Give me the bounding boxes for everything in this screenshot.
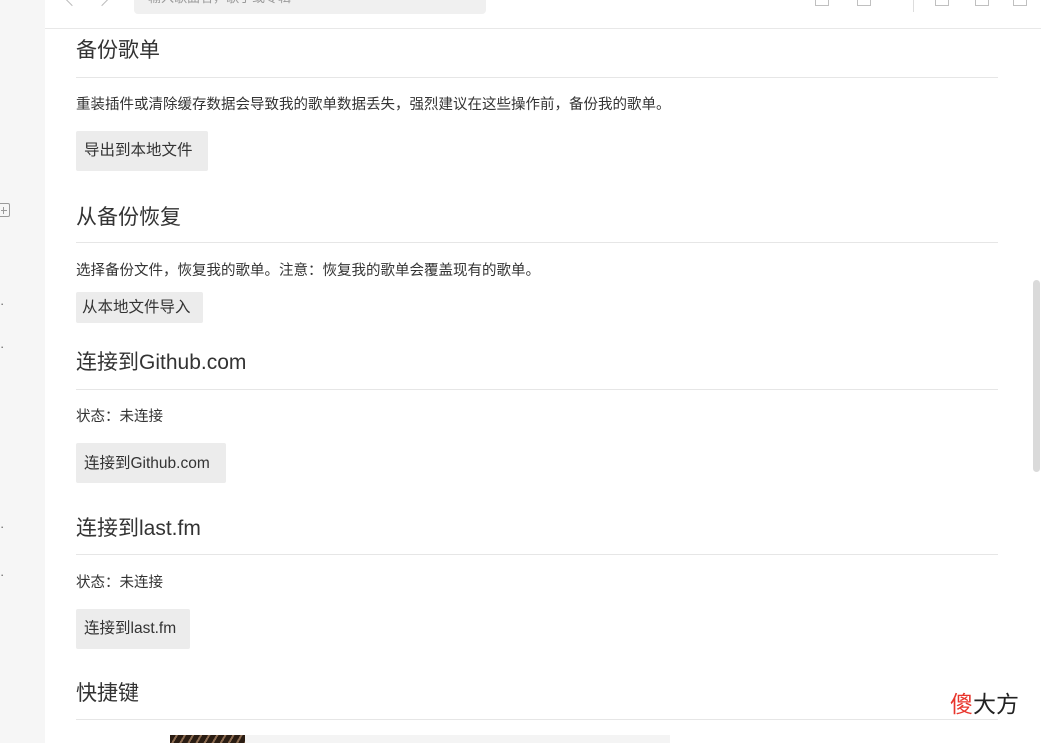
- back-arrow-icon[interactable]: [64, 0, 80, 7]
- divider: [913, 0, 914, 12]
- section-title-backup: 备份歌单: [76, 39, 160, 62]
- sidebar-fragment: ·: [0, 520, 5, 533]
- section-title-shortcuts: 快捷键: [76, 682, 139, 705]
- lastfm-status: 状态：未连接: [76, 575, 163, 591]
- connect-lastfm-button[interactable]: 连接到last.fm: [76, 609, 190, 649]
- sidebar: · · · ·: [0, 0, 45, 743]
- section-title-restore: 从备份恢复: [76, 206, 181, 229]
- section-divider: [76, 242, 998, 243]
- restore-description: 选择备份文件，恢复我的歌单。注意：恢复我的歌单会覆盖现有的歌单。: [76, 263, 540, 279]
- backup-description: 重装插件或清除缓存数据会导致我的歌单数据丢失，强烈建议在这些操作前，备份我的歌单…: [76, 97, 671, 113]
- section-divider: [76, 719, 998, 720]
- section-divider: [76, 389, 998, 390]
- top-bar: 输入歌曲名，歌手或专辑: [45, 0, 1041, 29]
- scrollbar-thumb[interactable]: [1033, 280, 1040, 472]
- github-status: 状态：未连接: [76, 409, 163, 425]
- add-playlist-icon[interactable]: [0, 203, 10, 217]
- settings-icon[interactable]: [857, 0, 871, 6]
- app-window: · · · · 输入歌曲名，歌手或专辑 备份歌单 重装插件或清除缓存数据会导致我…: [0, 0, 1041, 743]
- minimize-icon[interactable]: [935, 0, 949, 6]
- section-title-lastfm: 连接到last.fm: [76, 517, 201, 540]
- forward-arrow-icon[interactable]: [94, 0, 110, 7]
- watermark-red-text: 傻: [950, 691, 973, 717]
- section-title-github: 连接到Github.com: [76, 351, 247, 374]
- close-icon[interactable]: [1013, 0, 1027, 6]
- section-divider: [76, 77, 998, 78]
- sidebar-fragment: ·: [0, 297, 5, 310]
- user-icon[interactable]: [815, 0, 829, 6]
- import-from-local-file-button[interactable]: 从本地文件导入: [76, 292, 203, 323]
- watermark-logo: 傻大方: [950, 690, 1019, 718]
- connect-github-button[interactable]: 连接到Github.com: [76, 443, 226, 483]
- album-cover[interactable]: [170, 735, 245, 743]
- search-input[interactable]: 输入歌曲名，歌手或专辑: [134, 0, 486, 14]
- player-bar: [170, 735, 670, 743]
- maximize-icon[interactable]: [975, 0, 989, 6]
- export-to-local-file-button[interactable]: 导出到本地文件: [76, 131, 208, 171]
- watermark-dark-text: 大方: [973, 691, 1019, 717]
- section-divider: [76, 554, 998, 555]
- sidebar-fragment: ·: [0, 340, 5, 353]
- sidebar-fragment: ·: [0, 568, 5, 581]
